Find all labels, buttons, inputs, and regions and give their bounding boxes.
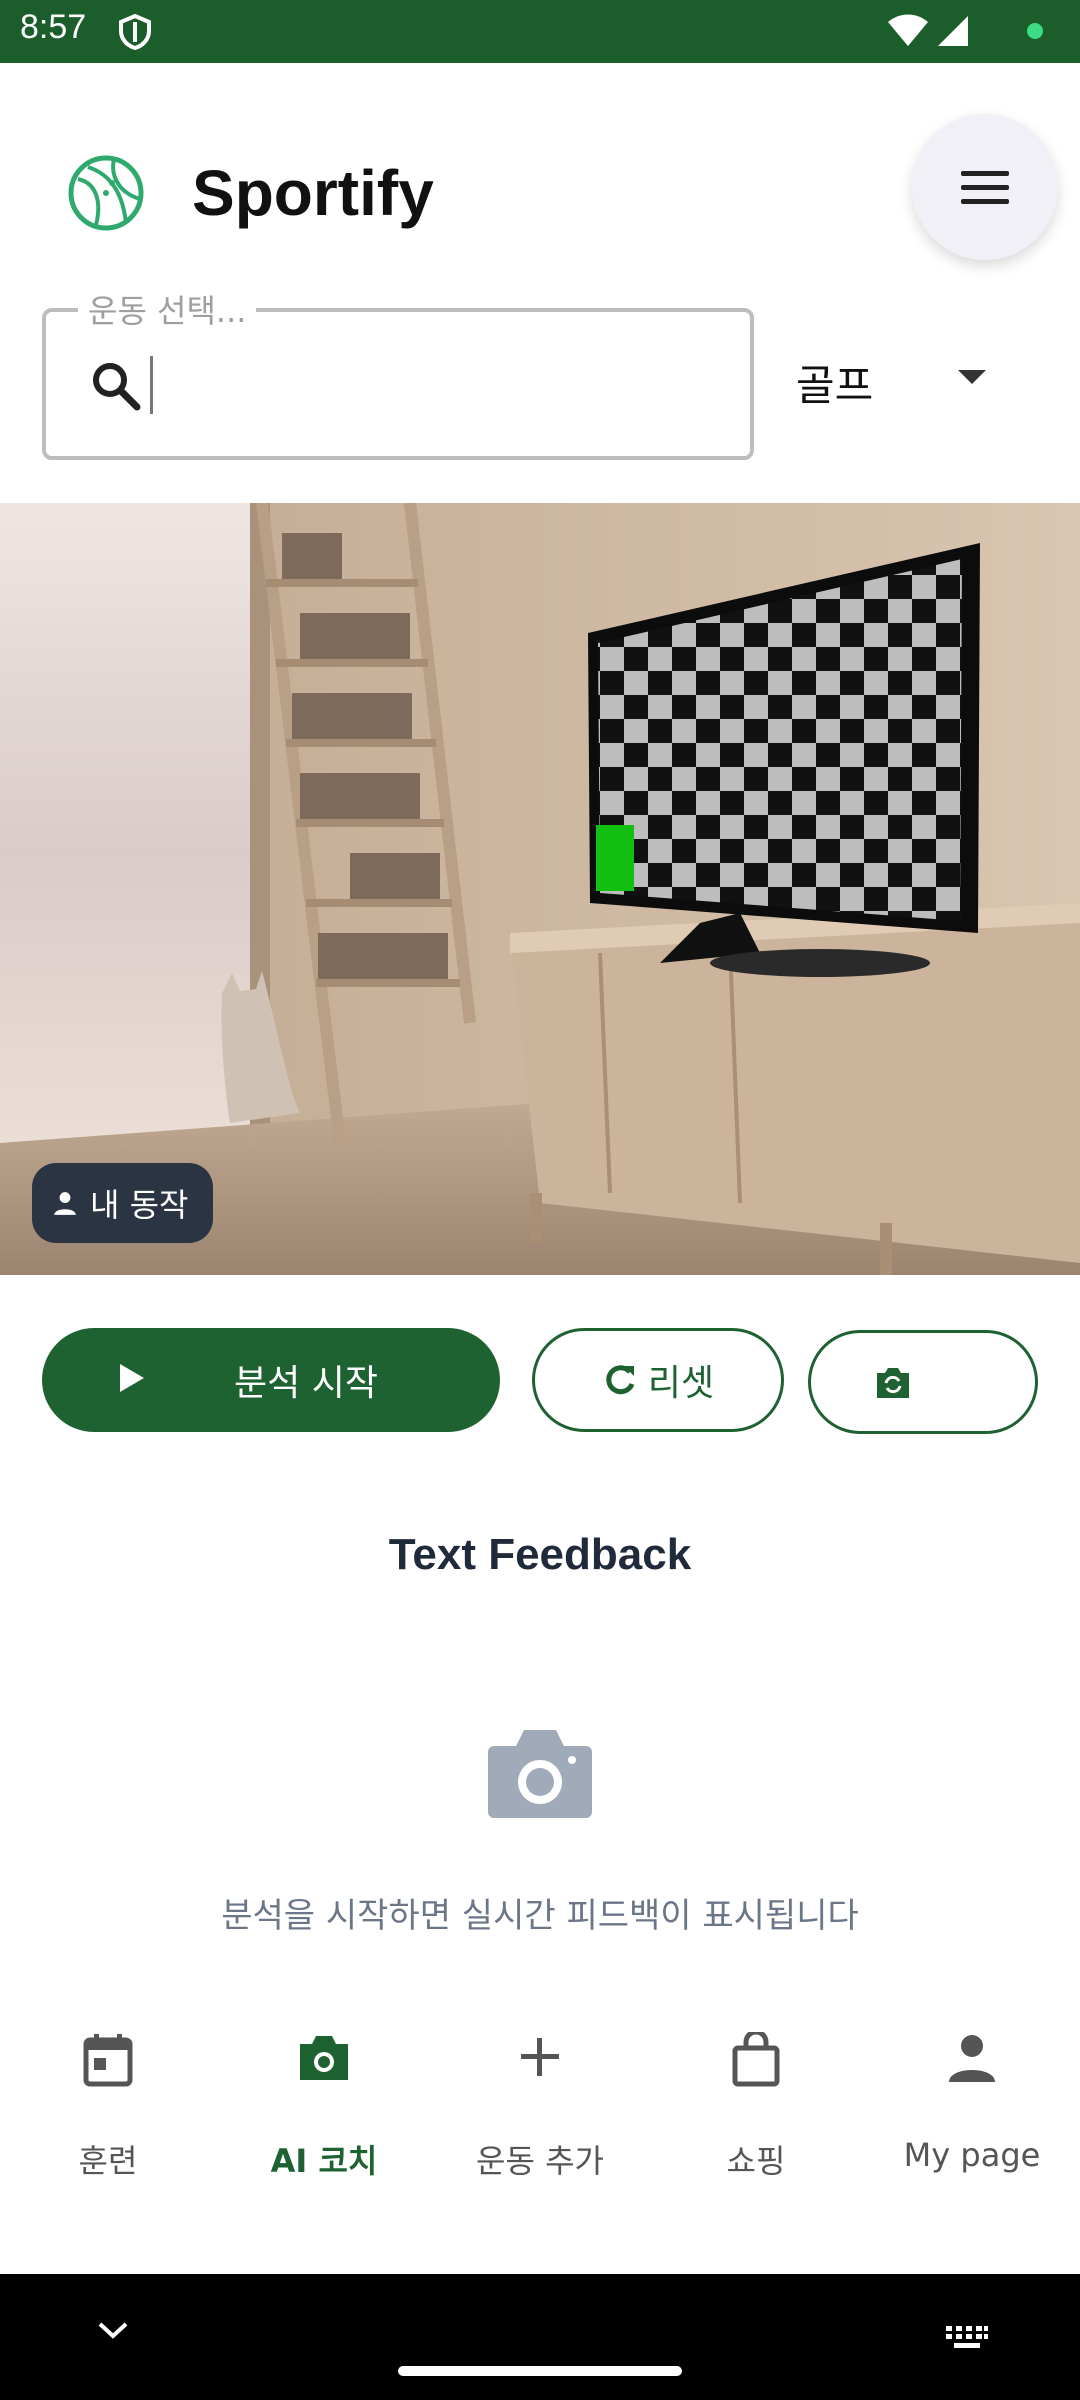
- notification-dot-icon: [1027, 23, 1043, 39]
- sport-select[interactable]: 골프: [780, 320, 1020, 440]
- bottom-navigation: 훈련 AI 코치 운동 추가 쇼핑 My page: [0, 1990, 1080, 2270]
- plus-icon: [521, 2038, 559, 2076]
- system-navigation-bar: [0, 2274, 1080, 2400]
- reset-label: 리셋: [647, 1363, 715, 1404]
- start-analysis-label: 분석 시작: [234, 1363, 378, 1404]
- home-indicator[interactable]: [398, 2366, 682, 2376]
- status-bar: 8:57: [0, 0, 1080, 63]
- feedback-title: Text Feedback: [388, 1530, 692, 1579]
- camera-icon: [300, 2036, 348, 2080]
- app-title: Sportify: [192, 157, 434, 229]
- nav-item-training[interactable]: 훈련: [0, 1990, 216, 2230]
- nav-item-shopping[interactable]: 쇼핑: [648, 1990, 864, 2230]
- pose-badge-label: 내 동작: [90, 1186, 189, 1224]
- dropdown-arrow-icon: [958, 370, 986, 384]
- play-icon: [120, 1364, 144, 1392]
- keyboard-icon[interactable]: [944, 2324, 990, 2350]
- nav-label-my-page: My page: [903, 2136, 1041, 2174]
- search-label: 운동 선택...: [78, 286, 257, 332]
- status-time: 8:57: [20, 8, 87, 46]
- start-analysis-button[interactable]: 분석 시작: [42, 1328, 500, 1432]
- search-input[interactable]: [160, 352, 720, 418]
- reset-button[interactable]: 리셋: [532, 1328, 784, 1432]
- nav-item-add-exercise[interactable]: 운동 추가: [432, 1990, 648, 2230]
- shopping-bag-icon: [732, 2032, 780, 2087]
- refresh-icon: [606, 1365, 635, 1395]
- signal-icon: [938, 16, 968, 46]
- person-icon: [54, 1192, 76, 1215]
- person-icon: [949, 2035, 995, 2082]
- search-icon: [93, 363, 141, 411]
- nav-item-ai-coach[interactable]: AI 코치: [216, 1990, 432, 2230]
- sport-select-value: 골프: [796, 361, 874, 410]
- calendar-icon: [83, 2034, 133, 2087]
- menu-button[interactable]: [912, 114, 1058, 260]
- nav-label-add-exercise: 운동 추가: [476, 2142, 604, 2180]
- camera-icon: [488, 1730, 592, 1818]
- switch-camera-icon: [877, 1368, 909, 1398]
- hamburger-menu-icon: [961, 171, 1009, 204]
- feedback-empty-message: 분석을 시작하면 실시간 피드백이 표시됩니다: [221, 1896, 859, 1936]
- camera-scene-image: [0, 503, 1080, 1275]
- camera-preview: 내 동작: [0, 503, 1080, 1275]
- app-logo-icon: [68, 155, 144, 231]
- switch-camera-button[interactable]: [808, 1330, 1038, 1434]
- wifi-icon: [888, 14, 928, 46]
- pose-badge: 내 동작: [32, 1163, 213, 1243]
- nav-label-ai-coach: AI 코치: [270, 2142, 378, 2180]
- nav-label-shopping: 쇼핑: [726, 2142, 786, 2180]
- chevron-down-icon[interactable]: [96, 2318, 130, 2342]
- text-cursor: [150, 356, 153, 414]
- nav-item-my-page[interactable]: My page: [864, 1990, 1080, 2230]
- nav-label-training: 훈련: [78, 2142, 138, 2180]
- search-field[interactable]: 운동 선택...: [42, 286, 754, 460]
- shield-icon: [119, 14, 151, 50]
